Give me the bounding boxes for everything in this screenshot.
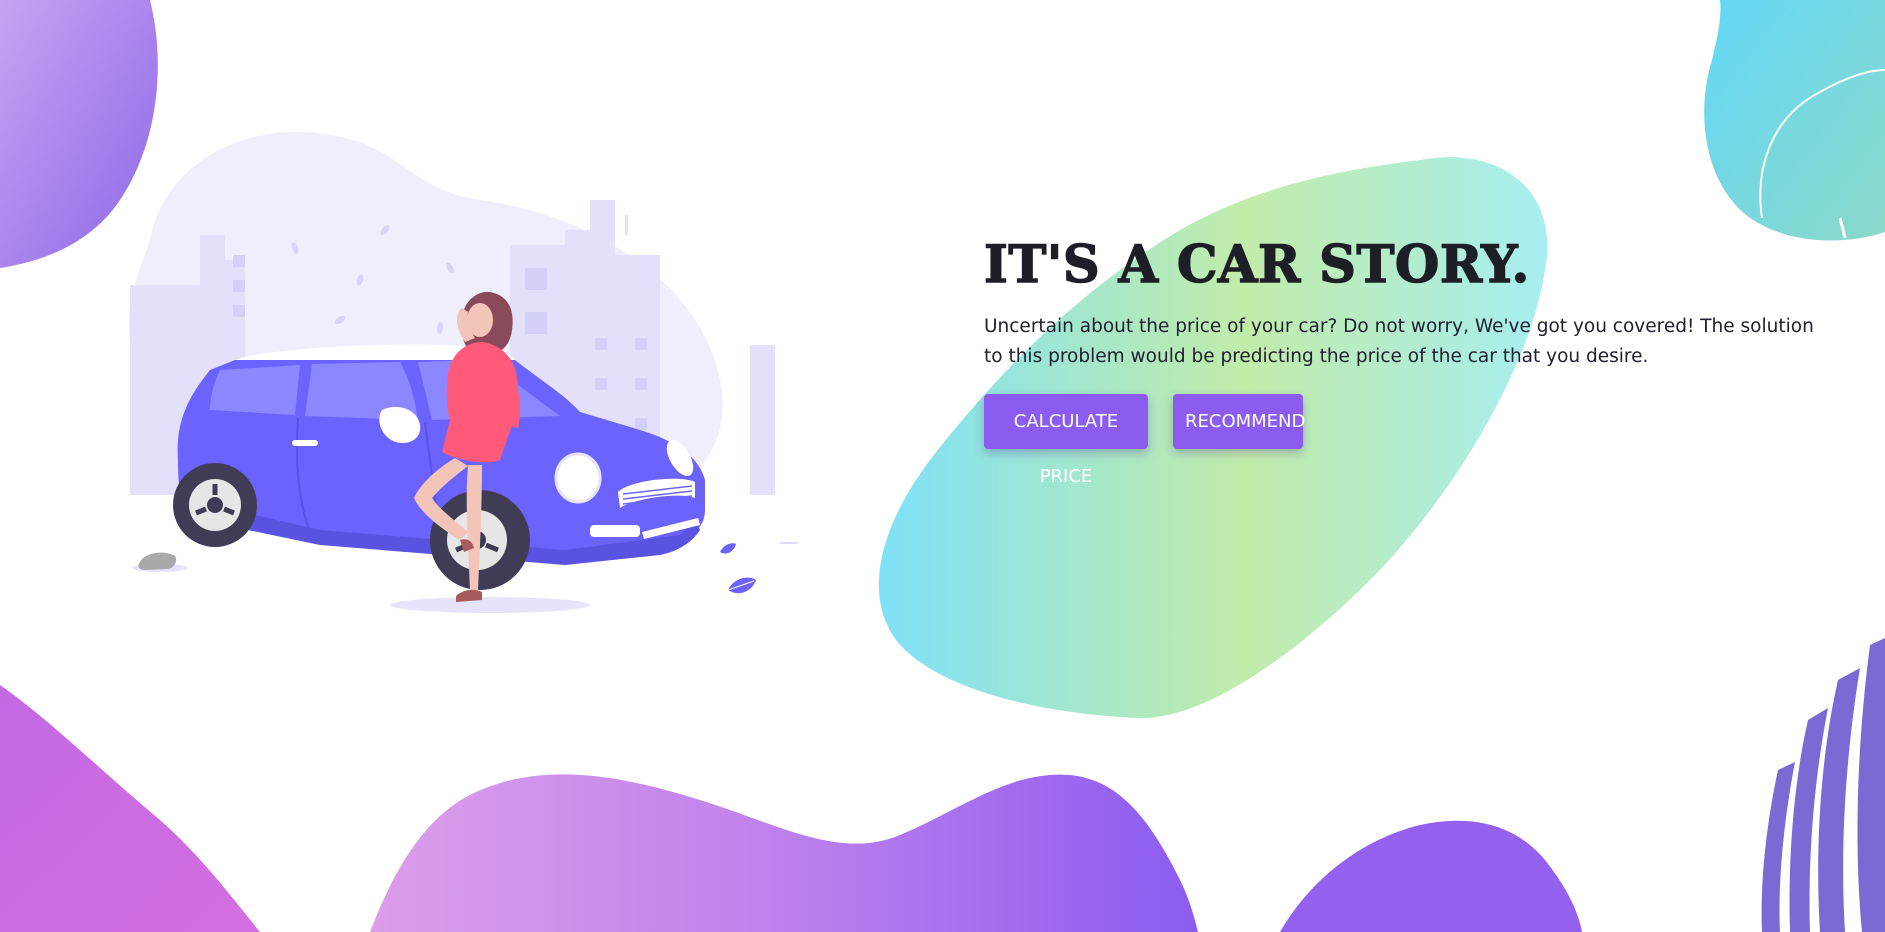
rock [138, 552, 177, 570]
hero-description: Uncertain about the price of your car? D… [984, 316, 1814, 367]
landing-page: IT'S A CAR STORY. Uncertain about the pr… [0, 0, 1885, 932]
bottom-left-blob [0, 685, 260, 932]
recommend-button[interactable]: RECOMMEND [1173, 394, 1305, 449]
car-story-illustration [129, 131, 798, 613]
hero-buttons: CALCULATE PRICE RECOMMEND [984, 394, 1844, 487]
bottom-right-stripes [1761, 638, 1885, 932]
bottom-wave [370, 774, 1198, 932]
top-right-blob [1704, 0, 1885, 241]
calculate-price-button[interactable]: CALCULATE PRICE [984, 394, 1148, 487]
bottom-wave-right [1280, 820, 1582, 932]
page-title: IT'S A CAR STORY. [983, 234, 1530, 295]
hero-content: IT'S A CAR STORY. Uncertain about the pr… [983, 232, 1844, 487]
leaf-icon [720, 543, 756, 594]
